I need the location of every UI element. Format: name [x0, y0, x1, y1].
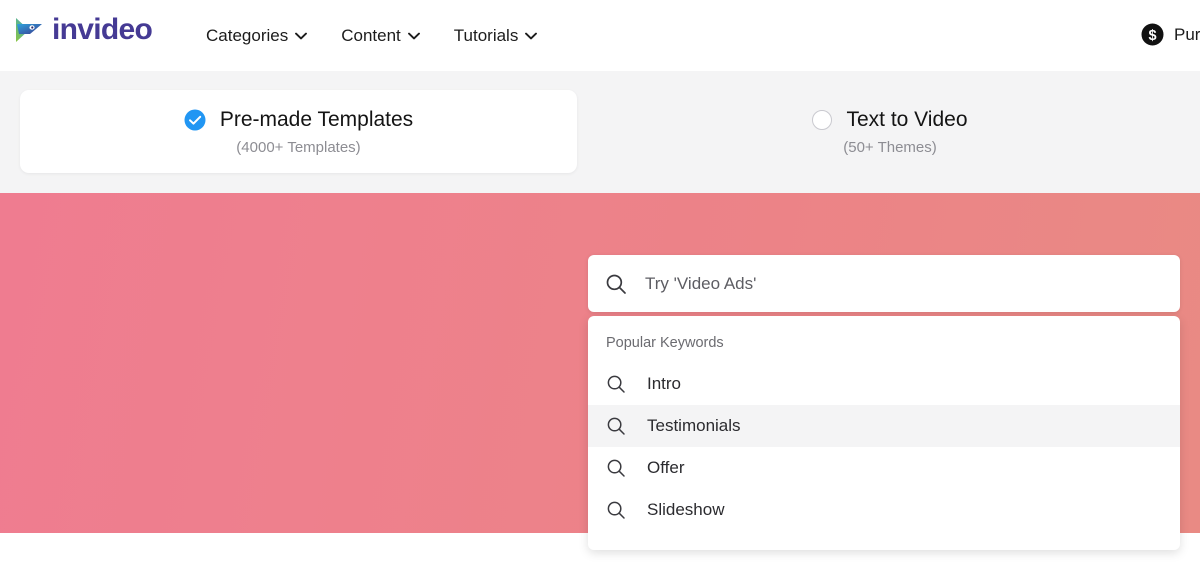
mode-option-title: Text to Video: [846, 107, 968, 131]
search-icon: [606, 416, 626, 436]
search-suggestions-dropdown: Popular Keywords Intro Testimonials Offe…: [588, 316, 1180, 550]
mode-option-subtitle: (4000+ Templates): [236, 138, 361, 156]
purchase-label: Purchase: [1174, 25, 1200, 44]
mode-option-text-to-video[interactable]: Text to Video (50+ Themes): [600, 90, 1180, 173]
nav-item-tutorials[interactable]: Tutorials: [454, 24, 538, 48]
mode-toggle-strip: Pre-made Templates (4000+ Templates) Tex…: [0, 71, 1200, 193]
search-input[interactable]: [645, 268, 1145, 299]
mode-option-row: Text to Video: [812, 106, 968, 134]
suggestion-item-testimonials[interactable]: Testimonials: [588, 405, 1180, 447]
brand-name: invideo: [52, 13, 153, 46]
suggestion-label: Slideshow: [647, 500, 725, 519]
suggestion-label: Testimonials: [647, 416, 741, 435]
suggestions-heading: Popular Keywords: [606, 335, 724, 351]
nav-label: Categories: [206, 26, 289, 45]
search-icon: [605, 273, 627, 295]
search-bar[interactable]: [588, 255, 1180, 312]
chevron-down-icon: [525, 32, 538, 40]
suggestion-label: Intro: [647, 374, 682, 393]
suggestion-label: Offer: [647, 458, 685, 477]
brand-logo[interactable]: invideo: [12, 13, 153, 47]
dollar-coin-icon: $: [1140, 22, 1165, 47]
search-icon: [606, 374, 626, 394]
search-icon: [606, 458, 626, 478]
page-root: invideo Categories Content Tutorials $ P…: [0, 0, 1200, 581]
radio-empty-icon: [812, 109, 833, 130]
mode-option-row: Pre-made Templates: [184, 106, 413, 134]
purchase-button[interactable]: $ Purchase: [1140, 22, 1200, 47]
mode-option-pre-made-templates[interactable]: Pre-made Templates (4000+ Templates): [20, 90, 577, 173]
nav-item-content[interactable]: Content: [341, 24, 420, 48]
nav-label: Tutorials: [453, 26, 519, 45]
main-nav: Categories Content Tutorials: [206, 24, 538, 48]
nav-label: Content: [341, 26, 401, 45]
suggestion-item-intro[interactable]: Intro: [588, 363, 1180, 405]
chevron-down-icon: [407, 32, 420, 40]
search-icon: [606, 500, 626, 520]
play-arrow-logo-icon: [12, 13, 46, 47]
check-circle-icon: [184, 109, 206, 131]
suggestion-item-slideshow[interactable]: Slideshow: [588, 489, 1180, 531]
chevron-down-icon: [295, 32, 308, 40]
suggestion-item-offer[interactable]: Offer: [588, 447, 1180, 489]
mode-option-subtitle: (50+ Themes): [843, 138, 937, 156]
site-header: invideo Categories Content Tutorials $ P…: [0, 0, 1200, 71]
nav-item-categories[interactable]: Categories: [206, 24, 308, 48]
svg-text:$: $: [1148, 28, 1156, 44]
mode-option-title: Pre-made Templates: [219, 107, 414, 131]
